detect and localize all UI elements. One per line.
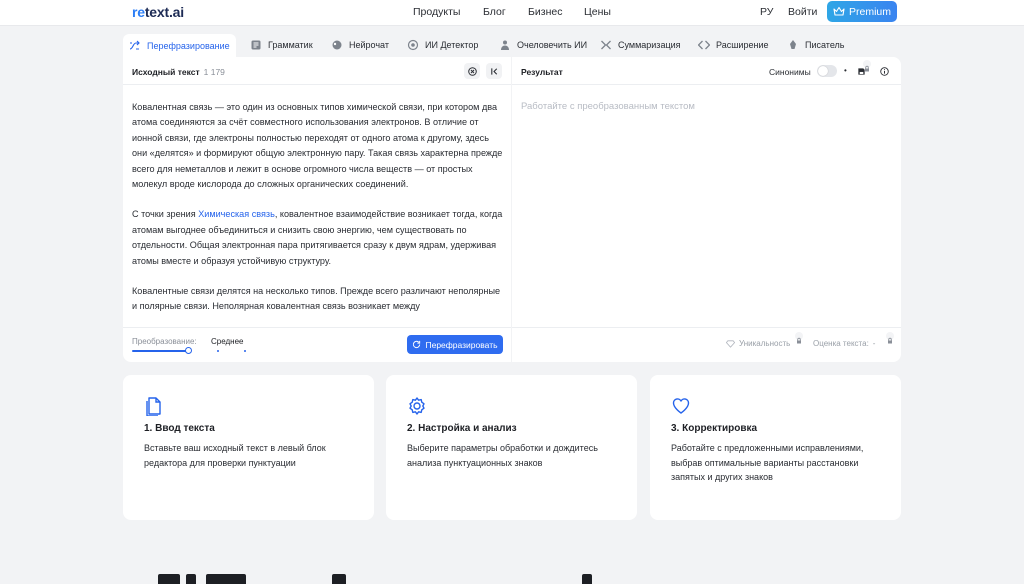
source-footer: Преобразование: Среднее Перефразировать [123, 327, 511, 362]
card-description: Работайте с предложенными исправлениями,… [671, 443, 864, 483]
clear-button[interactable] [464, 63, 480, 79]
lock-icon [795, 332, 803, 344]
heart-icon [672, 398, 690, 414]
slider-knob[interactable] [184, 347, 192, 354]
tab-expand[interactable]: Расширение [692, 34, 774, 56]
card-title: 2. Настройка и анализ [407, 423, 517, 434]
chemical-bond-link[interactable]: Химическая связь [198, 209, 275, 219]
tab-ai-detector[interactable]: ИИ Детектор [401, 34, 484, 56]
source-header: Исходный текст 1 179 [123, 57, 511, 85]
tab-writer[interactable]: Писатель [781, 34, 850, 56]
card-title: 1. Ввод текста [144, 423, 215, 434]
lock-icon [863, 60, 871, 72]
tab-humanize[interactable]: Очеловечить ИИ [493, 34, 593, 56]
result-title: Результат [521, 67, 563, 77]
source-paragraph: Ковалентная связь — это один из основных… [132, 102, 503, 190]
slider-step [217, 350, 219, 352]
summary-icon [601, 40, 611, 50]
slider-step [244, 350, 246, 352]
expand-icon [698, 40, 710, 50]
transformation-slider[interactable] [132, 347, 246, 354]
mode-label: Преобразование: [132, 337, 197, 346]
info-button[interactable] [876, 63, 892, 79]
document-icon [146, 397, 161, 416]
card-description: Вставьте ваш исходный текст в левый блок… [144, 443, 326, 468]
premium-button[interactable]: Premium [827, 1, 897, 22]
source-paragraph: С точки зрения Химическая связь, ковален… [132, 209, 503, 266]
result-placeholder[interactable]: Работайте с преобразованным текстом [521, 101, 695, 112]
synonyms-label: Синонимы [769, 67, 811, 77]
section-heading-cropped [158, 574, 718, 584]
nav-prices[interactable]: Цены [584, 6, 611, 18]
clear-icon [467, 66, 477, 76]
result-header: Результат Синонимы • [512, 57, 901, 85]
tab-summary[interactable]: Суммаризация [594, 34, 687, 56]
lock-icon [886, 332, 894, 344]
tab-neurochat[interactable]: Нейрочат [325, 34, 395, 56]
neurochat-icon [332, 40, 342, 50]
tool-tabs: Перефразирование Грамматик Нейрочат ИИ Д… [123, 34, 901, 57]
info-icon [879, 66, 889, 76]
source-panel: Исходный текст 1 179 Ковалентная связь — … [123, 57, 511, 362]
language-selector[interactable]: РУ [760, 6, 773, 18]
crown-icon [833, 6, 845, 16]
top-bar: retext.ai Продукты Блог Бизнес Цены РУ В… [0, 0, 1024, 26]
source-paragraph: Ковалентные связи делятся на несколько т… [132, 286, 501, 312]
card-title: 3. Корректировка [671, 423, 758, 434]
logo[interactable]: retext.ai [132, 4, 184, 20]
nav-blog[interactable]: Блог [483, 6, 506, 18]
mode-value: Среднее [211, 337, 244, 346]
text-score[interactable]: Оценка текста: - [813, 339, 875, 348]
source-text-editor[interactable]: Ковалентная связь — это один из основных… [132, 100, 504, 326]
settings-icon [409, 397, 425, 415]
collapse-button[interactable] [486, 63, 502, 79]
refresh-icon [413, 340, 421, 349]
step-card-correction: 3. Корректировка Работайте с предложенны… [650, 375, 901, 520]
humanize-icon [501, 40, 509, 50]
tab-grammar[interactable]: Грамматик [244, 34, 319, 56]
tab-paraphrase[interactable]: Перефразирование [123, 34, 236, 57]
grammar-icon [251, 40, 261, 50]
writer-icon [790, 40, 796, 49]
nav-business[interactable]: Бизнес [528, 6, 562, 18]
paraphrase-button[interactable]: Перефразировать [407, 335, 503, 354]
nav-products[interactable]: Продукты [413, 6, 460, 18]
result-panel: Результат Синонимы • Работайте с преобра… [512, 57, 901, 362]
step-card-settings: 2. Настройка и анализ Выберите параметры… [386, 375, 637, 520]
separator-dot: • [844, 66, 847, 75]
character-count: 1 179 [203, 67, 225, 77]
uniqueness-button[interactable]: Уникальность [726, 339, 790, 348]
collapse-left-icon [490, 67, 497, 75]
slider-fill [132, 350, 189, 352]
result-footer: Уникальность Оценка текста: - [512, 327, 901, 362]
paraphrase-icon [129, 40, 140, 50]
card-description: Выберите параметры обработки и дождитесь… [407, 443, 598, 468]
toggle-knob [818, 66, 828, 76]
synonyms-toggle[interactable] [817, 65, 837, 77]
source-title: Исходный текст 1 179 [132, 67, 225, 77]
ai-detector-icon [407, 39, 419, 51]
diamond-icon [726, 340, 735, 348]
login-link[interactable]: Войти [788, 6, 817, 18]
step-card-input: 1. Ввод текста Вставьте ваш исходный тек… [123, 375, 374, 520]
